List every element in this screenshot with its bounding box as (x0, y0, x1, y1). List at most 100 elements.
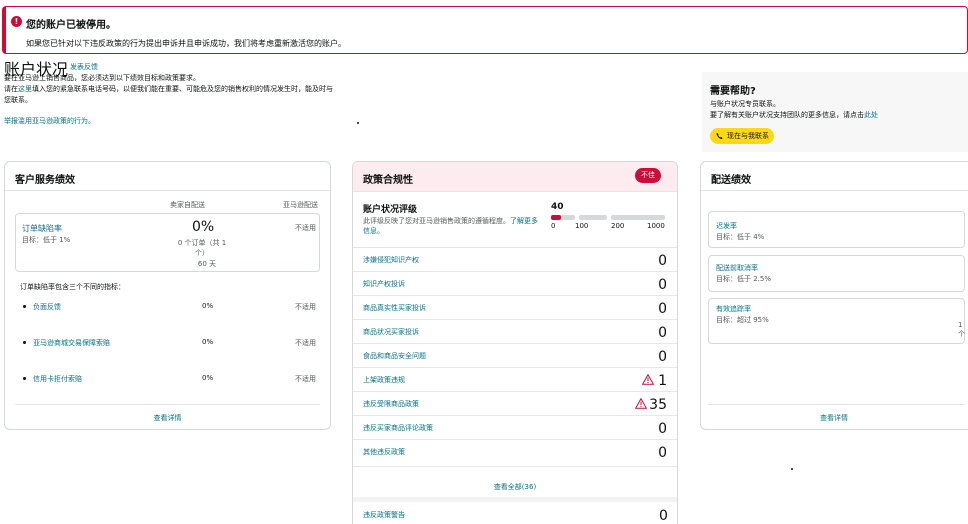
learn-more-link-a[interactable]: 了解 (510, 217, 524, 225)
cancel-rate-link[interactable]: 配送前取消率 (716, 263, 758, 273)
policy-item-count: 0 (658, 253, 667, 269)
metric-a-to-z-claims[interactable]: 亚马逊商城交易保障索赔 (33, 338, 110, 348)
alert-body: 如果您已针对以下违反政策的行为提出申诉并且申诉成功，我们将考虑重新激活您的账户。 (26, 39, 346, 48)
ahr-desc-end: 。 (377, 227, 384, 235)
view-details-link[interactable]: 查看详情 (5, 413, 330, 423)
contact-me-button[interactable]: 现在与我联系 (710, 128, 774, 144)
metric-value: 0% (202, 374, 214, 382)
feedback-link[interactable]: 发表反馈 (70, 62, 98, 72)
odr-value: 0% (192, 219, 215, 235)
shipping-performance-card: 配送绩效 迟发率 目标：低于 4% 配送前取消率 目标：低于 2.5% 有效追踪… (700, 161, 968, 430)
phone-icon (716, 132, 723, 140)
metric-value: 0% (202, 302, 214, 310)
help-line2: 要了解有关账户状况支持团队的更多信息，请点击此处 (710, 110, 878, 120)
valid-tracking-extra: 1 个 (958, 321, 965, 338)
row-divider (353, 439, 677, 440)
metric-negative-feedback[interactable]: 负面反馈 (33, 302, 61, 312)
warning-icon (642, 374, 654, 385)
help-line2-text: 要了解有关账户状况支持团队的更多信息，请点击 (710, 111, 864, 119)
policy-item-count: 0 (658, 349, 667, 365)
valid-tracking-link[interactable]: 有效追踪率 (716, 304, 751, 314)
policy-item-link[interactable]: 知识产权投诉 (363, 279, 405, 289)
emergency-note-pre: 请在 (4, 85, 18, 93)
cancel-rate-box: 配送前取消率 目标：低于 2.5% (708, 255, 965, 292)
metric-amazon-na: 不适用 (295, 375, 316, 383)
policy-item-count: 35 (649, 397, 667, 413)
metric-amazon-na: 不适用 (295, 339, 316, 347)
policy-item-link[interactable]: 涉嫌侵犯知识产权 (363, 255, 419, 265)
metric-chargeback-claims[interactable]: 信用卡拒付索赔 (33, 374, 82, 384)
emergency-contact-note: 请在这里填入您的紧急联系电话号码，以便我们能在重要、可能危及您的销售权利的情况发… (4, 84, 334, 106)
row-divider (353, 295, 677, 296)
view-all-link[interactable]: 查看全部(36) (353, 482, 677, 492)
emergency-contact-link[interactable]: 这里 (18, 85, 32, 93)
score-bar-fill (551, 215, 561, 220)
policy-item-link[interactable]: 商品状况买家投诉 (363, 327, 419, 337)
odr-link[interactable]: 订单缺陷率 (22, 223, 62, 234)
policy-warnings-link[interactable]: 违反政策警告 (363, 510, 405, 520)
policy-warnings-count: 0 (659, 508, 668, 524)
odr-orders-line1: 0 个订单（共 1 (177, 239, 227, 247)
row-divider (353, 415, 677, 416)
policy-item-link[interactable]: 其他违反政策 (363, 447, 405, 457)
policy-item-count: 1 (658, 373, 667, 389)
valid-tracking-target: 目标：超过 95% (716, 316, 769, 324)
score-bar-segment (579, 215, 607, 220)
help-title: 需要帮助? (710, 86, 756, 97)
late-shipment-target: 目标：低于 4% (716, 233, 765, 241)
policy-item-link[interactable]: 上架政策违规 (363, 375, 405, 385)
policy-item-count: 0 (658, 445, 667, 461)
policy-title: 政策合规性 (363, 175, 413, 186)
valid-tracking-box: 有效追踪率 目标：超过 95% 1 个 (708, 298, 965, 344)
report-abuse-link[interactable]: 举报滥用亚马逊政策的行为。 (4, 116, 95, 126)
policy-item-count: 0 (658, 277, 667, 293)
odr-days: 60 天 (197, 260, 217, 268)
exclamation-icon: ! (11, 16, 22, 27)
policy-item-count: 0 (658, 325, 667, 341)
late-shipment-box: 迟发率 目标：低于 4% (708, 211, 965, 248)
metric-value: 0% (202, 338, 214, 346)
shipping-title: 配送绩效 (711, 175, 751, 186)
help-panel: 需要帮助? 与账户状况专员联系。 要了解有关账户状况支持团队的更多信息，请点击此… (702, 72, 968, 152)
alert-title: 您的账户已被停用。 (26, 20, 116, 31)
policy-compliance-card: 政策合规性 不佳 账户状况评级 此评级反映了您对亚马逊销售政策的遵循程度。了解更… (352, 161, 678, 524)
ahr-tick: 200 (611, 222, 625, 230)
help-line1: 与账户状况专员联系。 (710, 100, 780, 108)
ahr-score-bar (551, 215, 665, 220)
col-amazon-fulfilled: 亚马逊配送 (283, 201, 318, 209)
odr-amazon-na: 不适用 (295, 224, 316, 232)
account-deactivated-alert: ! 您的账户已被停用。 如果您已针对以下违反政策的行为提出申诉并且申诉成功，我们… (2, 6, 968, 54)
metric-amazon-na: 不适用 (295, 303, 316, 311)
ahr-tick: 100 (575, 222, 589, 230)
row-divider (353, 391, 677, 392)
ahr-tick: 0 (551, 222, 556, 230)
row-divider (353, 343, 677, 344)
customer-service-title: 客户服务绩效 (15, 175, 75, 186)
stray-dot (791, 468, 793, 470)
odr-box: 订单缺陷率 目标：低于 1% 0% 0 个订单（共 1 个） 60 天 不适用 (15, 213, 320, 272)
policy-item-link[interactable]: 商品真实性买家投诉 (363, 303, 426, 313)
ahr-title: 账户状况评级 (363, 205, 418, 215)
emergency-note-post: 填入您的紧急联系电话号码，以便我们能在重要、可能危及您的销售权利的情况发生时，能… (4, 85, 333, 104)
policy-item-link[interactable]: 违反受限商品政策 (363, 399, 419, 409)
help-here-link[interactable]: 此处 (864, 111, 878, 119)
policy-item-link[interactable]: 食品和商品安全问题 (363, 351, 426, 361)
row-divider (353, 271, 677, 272)
odr-target: 目标：低于 1% (22, 236, 71, 244)
ahr-description: 此评级反映了您对亚马逊销售政策的遵循程度。了解更多信息。 (363, 216, 538, 236)
stray-dot (357, 122, 359, 124)
policy-item-count: 0 (658, 301, 667, 317)
view-details-link[interactable]: 查看详情 (701, 413, 968, 423)
cancel-rate-target: 目标：低于 2.5% (716, 275, 772, 283)
row-divider (353, 367, 677, 368)
policy-item-count: 0 (658, 421, 667, 437)
customer-service-card: 客户服务绩效 卖家自配送 亚马逊配送 订单缺陷率 目标：低于 1% 0% 0 个… (4, 161, 331, 430)
page-description: 要在亚马逊上销售商品，您必须达到以下绩效目标和政策要求。 (4, 74, 200, 82)
ahr-tick: 1000 (647, 222, 665, 230)
contact-me-label: 现在与我联系 (727, 132, 769, 140)
ahr-desc-text: 此评级反映了您对亚马逊销售政策的遵循程度。 (363, 217, 510, 225)
late-shipment-link[interactable]: 迟发率 (716, 221, 737, 231)
col-seller-fulfilled: 卖家自配送 (170, 201, 205, 209)
odr-subtitle: 订单缺陷率包含三个不同的指标： (20, 283, 125, 291)
policy-item-link[interactable]: 违反买家商品评论政策 (363, 423, 433, 433)
